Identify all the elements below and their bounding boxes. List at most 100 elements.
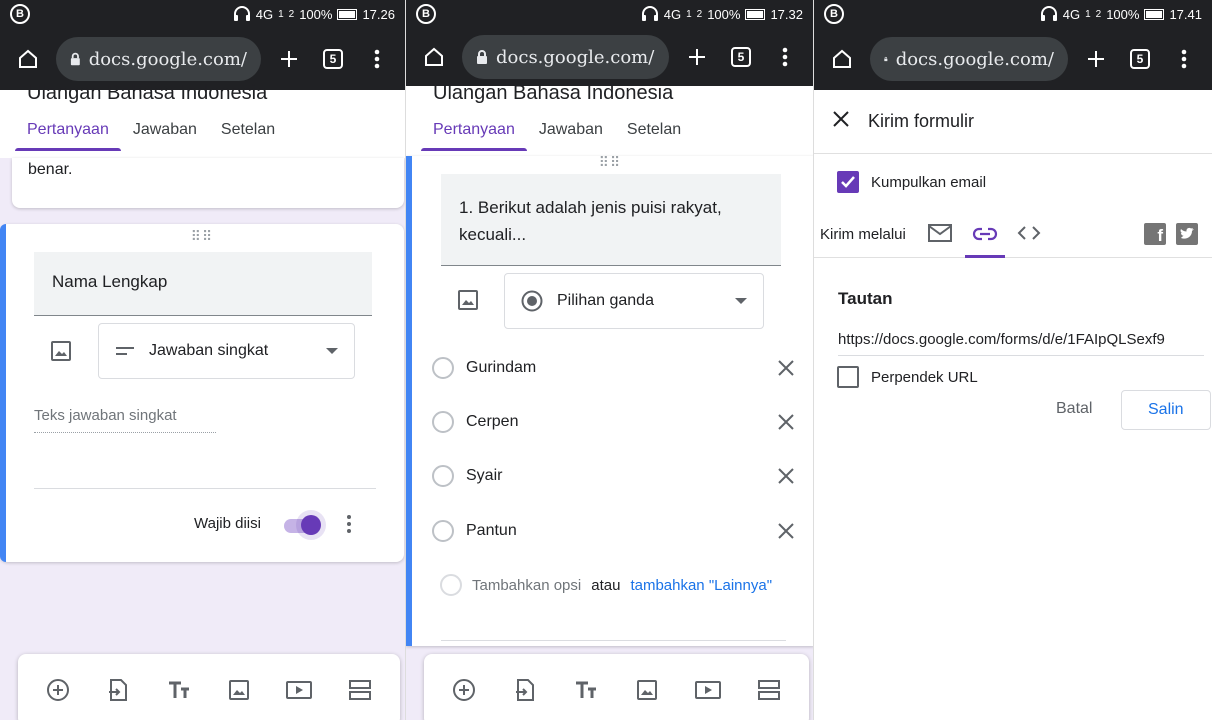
question-type-label: Jawaban singkat xyxy=(149,342,269,359)
option-label[interactable]: Syair xyxy=(466,467,502,485)
tab-responses[interactable]: Jawaban xyxy=(121,111,209,151)
home-icon[interactable] xyxy=(12,43,44,75)
shorten-url-checkbox[interactable] xyxy=(837,366,859,388)
tab-responses[interactable]: Jawaban xyxy=(527,111,615,151)
tab-questions[interactable]: Pertanyaan xyxy=(421,111,527,151)
option-label[interactable]: Cerpen xyxy=(466,413,518,431)
import-questions-icon[interactable] xyxy=(103,675,133,705)
close-icon[interactable] xyxy=(832,110,850,133)
option-label[interactable]: Pantun xyxy=(466,522,517,540)
link-icon[interactable] xyxy=(965,212,1005,258)
home-icon[interactable] xyxy=(418,41,450,73)
previous-question-card[interactable]: benar. xyxy=(12,158,404,208)
new-tab-icon[interactable] xyxy=(273,43,305,75)
shorten-url-row[interactable]: Perpendek URL xyxy=(837,366,978,388)
home-icon[interactable] xyxy=(826,43,858,75)
new-tab-icon[interactable] xyxy=(1080,43,1112,75)
headphones-icon xyxy=(1040,6,1057,21)
sim2-signal-icon: 2 xyxy=(696,8,703,20)
browser-toolbar: docs.google.com/ 5 xyxy=(814,28,1212,90)
question-type-dropdown[interactable]: Pilihan ganda xyxy=(504,273,764,329)
cancel-button[interactable]: Batal xyxy=(1056,400,1092,418)
twitter-icon[interactable] xyxy=(1176,223,1198,245)
option-row[interactable]: Gurindam xyxy=(432,348,798,388)
image-icon[interactable] xyxy=(457,289,479,316)
add-video-icon[interactable] xyxy=(693,675,723,705)
option-row[interactable]: Pantun xyxy=(432,511,798,551)
facebook-icon[interactable]: f xyxy=(1144,223,1166,245)
question-type-dropdown[interactable]: Jawaban singkat xyxy=(98,323,355,379)
add-image-icon[interactable] xyxy=(632,675,662,705)
battery-percent: 100% xyxy=(1106,6,1140,22)
b-app-icon: B xyxy=(416,4,436,24)
active-question-indicator xyxy=(406,156,412,646)
radio-icon xyxy=(432,520,454,542)
add-option-link[interactable]: Tambahkan opsi xyxy=(472,577,581,594)
headphones-icon xyxy=(233,6,250,21)
b-app-icon: B xyxy=(824,4,844,24)
tab-settings[interactable]: Setelan xyxy=(209,111,287,151)
more-vert-icon[interactable] xyxy=(361,43,393,75)
add-section-icon[interactable] xyxy=(345,675,375,705)
chevron-down-icon xyxy=(326,348,338,354)
add-other-link[interactable]: tambahkan "Lainnya" xyxy=(630,577,772,594)
close-icon[interactable] xyxy=(774,356,798,380)
add-title-icon[interactable] xyxy=(571,675,601,705)
option-row[interactable]: Cerpen xyxy=(432,402,798,442)
send-via-row: Kirim melalui f xyxy=(814,212,1212,258)
add-image-icon[interactable] xyxy=(224,675,254,705)
lock-icon xyxy=(477,50,487,64)
tab-questions[interactable]: Pertanyaan xyxy=(15,111,121,151)
address-bar[interactable]: docs.google.com/ xyxy=(56,37,261,81)
image-icon[interactable] xyxy=(50,340,72,367)
more-vert-icon[interactable] xyxy=(769,41,801,73)
question-card[interactable]: ⠿⠿ 1. Berikut adalah jenis puisi rakyat,… xyxy=(406,154,813,646)
short-answer-icon xyxy=(116,347,134,355)
question-title: 1. Berikut adalah jenis puisi rakyat, ke… xyxy=(459,198,722,244)
add-section-icon[interactable] xyxy=(754,675,784,705)
question-title-field[interactable]: Nama Lengkap xyxy=(34,252,372,316)
add-video-icon[interactable] xyxy=(284,675,314,705)
radio-icon xyxy=(432,465,454,487)
form-link-field[interactable]: https://docs.google.com/forms/d/e/1FAIpQ… xyxy=(838,331,1204,356)
radio-icon xyxy=(432,411,454,433)
drag-handle-icon[interactable]: ⠿⠿ xyxy=(599,154,622,171)
add-question-icon[interactable] xyxy=(43,675,73,705)
new-tab-icon[interactable] xyxy=(681,41,713,73)
form-tabs: Pertanyaan Jawaban Setelan xyxy=(0,111,405,151)
question-title-field[interactable]: 1. Berikut adalah jenis puisi rakyat, ke… xyxy=(441,174,781,266)
option-row[interactable]: Syair xyxy=(432,456,798,496)
close-icon[interactable] xyxy=(774,464,798,488)
close-icon[interactable] xyxy=(774,519,798,543)
add-title-icon[interactable] xyxy=(164,675,194,705)
tab-switcher-button[interactable]: 5 xyxy=(317,43,349,75)
network-type: 4G xyxy=(255,6,274,22)
card-divider xyxy=(34,488,376,489)
collect-email-row[interactable]: Kumpulkan email xyxy=(837,171,986,193)
tab-settings[interactable]: Setelan xyxy=(615,111,693,151)
embed-code-icon[interactable] xyxy=(1017,225,1041,246)
address-bar[interactable]: docs.google.com/ xyxy=(462,35,669,79)
option-label[interactable]: Gurindam xyxy=(466,359,536,377)
address-bar[interactable]: docs.google.com/ xyxy=(870,37,1068,81)
question-card[interactable]: ⠿⠿ Nama Lengkap Jawaban singkat Teks jaw… xyxy=(0,224,404,562)
collect-email-checkbox[interactable] xyxy=(837,171,859,193)
check-icon xyxy=(841,176,855,188)
copy-button[interactable]: Salin xyxy=(1121,390,1211,430)
b-app-icon: B xyxy=(10,4,30,24)
drag-handle-icon[interactable]: ⠿⠿ xyxy=(191,228,214,245)
email-icon[interactable] xyxy=(928,224,952,247)
close-icon[interactable] xyxy=(774,410,798,434)
sim2-signal-icon: 2 xyxy=(288,8,295,20)
required-toggle[interactable] xyxy=(280,510,326,540)
import-questions-icon[interactable] xyxy=(510,675,540,705)
tab-switcher-button[interactable]: 5 xyxy=(725,41,757,73)
form-tabs: Pertanyaan Jawaban Setelan xyxy=(406,111,813,151)
sim1-signal-icon: 1 xyxy=(686,8,692,20)
more-vert-icon[interactable] xyxy=(1168,43,1200,75)
more-vert-icon[interactable] xyxy=(346,514,352,539)
add-question-icon[interactable] xyxy=(449,675,479,705)
form-bottom-toolbar xyxy=(18,654,400,720)
tab-switcher-button[interactable]: 5 xyxy=(1124,43,1156,75)
browser-toolbar: docs.google.com/ 5 xyxy=(0,28,405,90)
